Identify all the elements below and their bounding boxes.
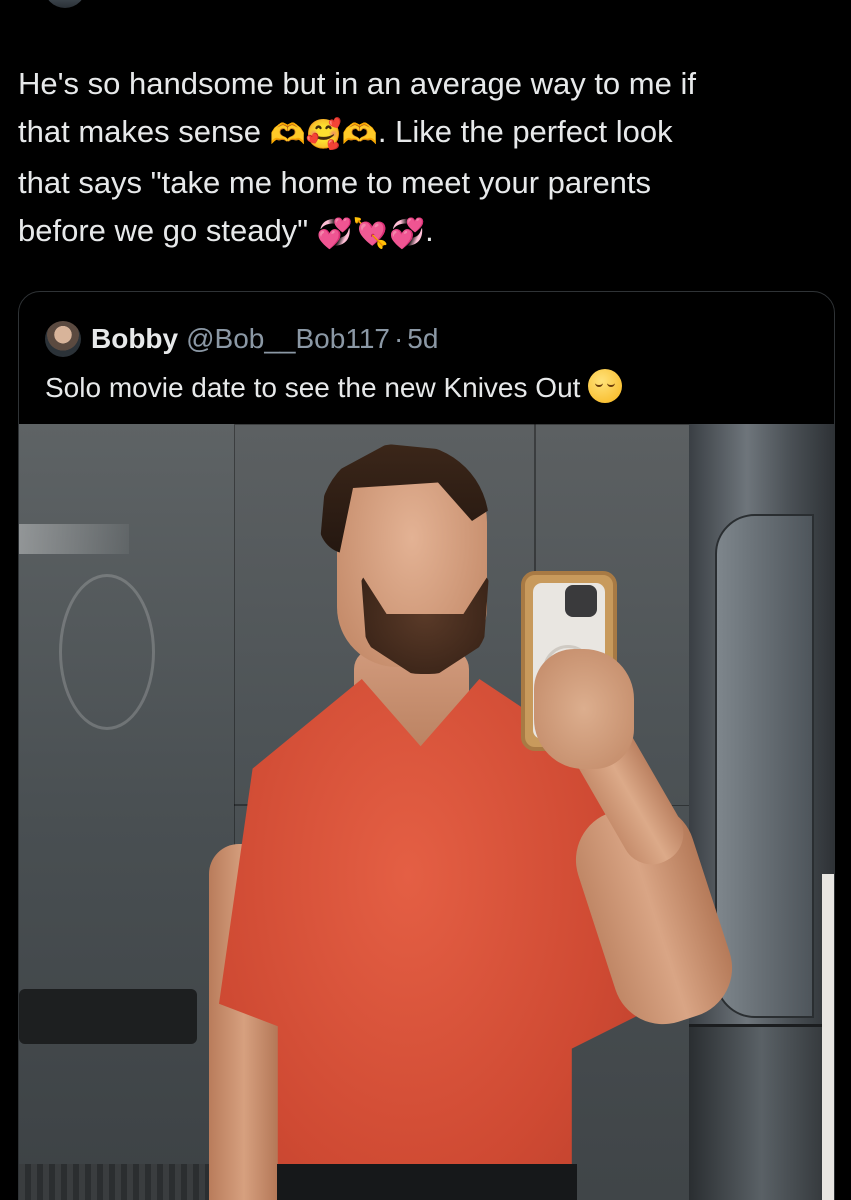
hearts-emoji-group: 💞💘💞	[316, 218, 426, 250]
quoted-tweet-photo[interactable]	[19, 424, 834, 1200]
profile-avatar[interactable]	[45, 321, 81, 357]
quoted-tweet-card[interactable]: Bobby @Bob__Bob117 · 5d Solo movie date …	[18, 291, 835, 1200]
tweet-screenshot: He's so handsome but in an average way t…	[0, 0, 851, 1200]
header-separator: ·	[393, 323, 404, 354]
shorts	[277, 1164, 577, 1200]
quoted-author-name[interactable]: Bobby	[91, 323, 178, 355]
quoted-tweet-text: Solo movie date to see the new Knives Ou…	[45, 368, 623, 408]
post-text-line-2b: . Like the perfect look	[377, 114, 673, 149]
post-text-line-2a: that makes sense	[18, 114, 270, 149]
author-avatar-fragment[interactable]	[44, 0, 86, 8]
person-selfie	[19, 424, 834, 1200]
post-text: He's so handsome but in an average way t…	[18, 60, 833, 258]
quoted-text-content: Solo movie date to see the new Knives Ou…	[45, 372, 581, 403]
post-text-line-4b: .	[425, 213, 434, 248]
post-text-line-1: He's so handsome but in an average way t…	[18, 66, 696, 101]
relieved-face-emoji	[588, 369, 623, 403]
heart-hands-emoji-group: 🫶🥰🫶	[269, 119, 378, 151]
post-text-line-4a: before we go steady"	[18, 213, 317, 248]
post-text-line-3: that says "take me home to meet your par…	[18, 165, 652, 200]
quoted-timestamp[interactable]: 5d	[407, 323, 438, 355]
quoted-tweet-header: Bobby @Bob__Bob117 · 5d	[45, 320, 438, 358]
hand	[534, 649, 634, 769]
camera-icon	[565, 585, 597, 617]
quoted-author-handle[interactable]: @Bob__Bob117	[186, 323, 390, 355]
